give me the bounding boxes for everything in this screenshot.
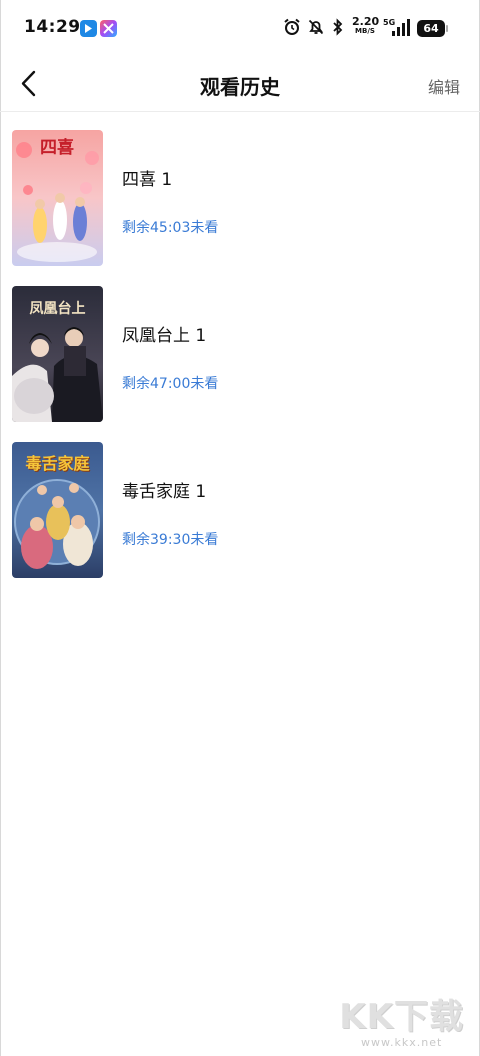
network-speed-value: 2.20: [352, 15, 380, 28]
history-item-title: 四喜 1: [122, 170, 173, 190]
battery-icon: 64: [417, 20, 448, 37]
alarm-icon: [284, 18, 300, 35]
history-item-progress: 剩余39:30未看: [122, 532, 219, 548]
app-notification-icon: [100, 20, 117, 37]
network-speed: 2.20 MB/S: [352, 15, 380, 35]
history-item-title: 凤凰台上 1: [122, 326, 207, 346]
signal-icon: 5G: [383, 18, 410, 36]
poster-title-art: 毒舌家庭: [25, 454, 90, 473]
history-list: 四喜 四喜 1 剩余45:03未看 凤凰台上 凤凰台上 1 剩余47:00未看 …: [0, 120, 480, 588]
watermark-url: www.kkx.net: [361, 1036, 443, 1049]
history-item[interactable]: 四喜 四喜 1 剩余45:03未看: [0, 120, 480, 276]
bluetooth-icon: [333, 18, 343, 36]
history-item-title: 毒舌家庭 1: [122, 482, 207, 502]
nav-bar: 观看历史 编辑: [0, 56, 480, 112]
app-notification-icon: [80, 20, 97, 37]
history-item-progress: 剩余45:03未看: [122, 220, 219, 236]
poster-thumbnail[interactable]: 四喜: [12, 130, 103, 266]
page-title: 观看历史: [200, 75, 280, 99]
history-item[interactable]: 毒舌家庭 毒舌家庭 1 剩余39:30未看: [0, 432, 480, 588]
network-speed-unit: MB/S: [355, 27, 375, 35]
edit-button[interactable]: 编辑: [428, 74, 460, 98]
poster-thumbnail[interactable]: 毒舌家庭: [12, 442, 103, 578]
status-bar: 14:29 2.20 MB/S 5G 64: [0, 0, 480, 56]
history-item[interactable]: 凤凰台上 凤凰台上 1 剩余47:00未看: [0, 276, 480, 432]
poster-thumbnail[interactable]: 凤凰台上: [12, 286, 103, 422]
poster-title-art: 四喜: [40, 138, 74, 158]
history-item-progress: 剩余47:00未看: [122, 376, 219, 392]
watermark: KK下载 www.kkx.net: [339, 1000, 464, 1049]
watermark-logo: KK下载: [339, 997, 464, 1037]
mute-icon: [308, 19, 324, 35]
status-time: 14:29: [24, 17, 81, 37]
poster-title-art: 凤凰台上: [29, 301, 86, 317]
svg-text:5G: 5G: [383, 18, 395, 27]
